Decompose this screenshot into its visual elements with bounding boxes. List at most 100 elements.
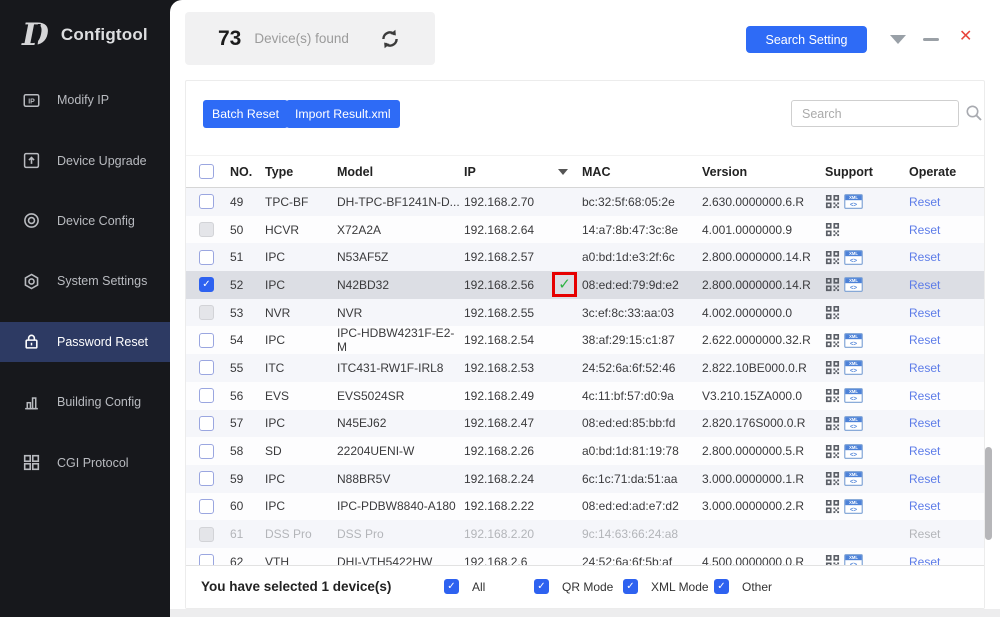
table-row[interactable]: 52 IPC N42BD32 192.168.2.56 ✓ 08:ed:ed:7… — [186, 271, 984, 299]
row-checkbox[interactable] — [199, 527, 214, 542]
row-checkbox[interactable] — [199, 194, 214, 209]
row-checkbox[interactable] — [199, 416, 214, 431]
table-row[interactable]: 50 HCVR X72A2A 192.168.2.64 14:a7:8b:47:… — [186, 216, 984, 244]
sidebar-item-device-upgrade[interactable]: Device Upgrade — [0, 130, 170, 190]
sidebar-item-password-reset[interactable]: Password Reset — [0, 312, 170, 372]
table-row[interactable]: 51 IPC N53AF5Z 192.168.2.57 a0:bd:1d:e3:… — [186, 243, 984, 271]
qr-support-icon — [825, 471, 840, 486]
reset-link[interactable]: Reset — [909, 278, 940, 292]
cell-type: VTH — [265, 555, 337, 565]
reset-link[interactable]: Reset — [909, 555, 940, 565]
qr-support-icon — [825, 499, 840, 514]
select-all-checkbox[interactable] — [199, 164, 214, 179]
table-row[interactable]: 54 IPC IPC-HDBW4231F-E2-M 192.168.2.54 3… — [186, 326, 984, 354]
row-checkbox[interactable] — [199, 471, 214, 486]
table-row[interactable]: 62 VTH DHI-VTH5422HW 192.168.2.6 24:52:6… — [186, 548, 984, 565]
filter-label: XML Mode — [651, 580, 709, 594]
reset-link[interactable]: Reset — [909, 223, 940, 237]
reset-link[interactable]: Reset — [909, 416, 940, 430]
reset-link[interactable]: Reset — [909, 361, 940, 375]
table-row[interactable]: 60 IPC IPC-PDBW8840-A180 192.168.2.22 08… — [186, 493, 984, 521]
cell-version: 2.820.176S000.0.R — [702, 416, 825, 430]
svg-text:XML: XML — [849, 445, 858, 450]
refresh-icon[interactable] — [379, 28, 401, 50]
table-row[interactable]: 58 SD 22204UENI-W 192.168.2.26 a0:bd:1d:… — [186, 437, 984, 465]
collapse-icon[interactable] — [890, 35, 906, 44]
table-row[interactable]: 49 TPC-BF DH-TPC-BF1241N-D... 192.168.2.… — [186, 188, 984, 216]
row-checkbox[interactable] — [199, 444, 214, 459]
reset-link[interactable]: Reset — [909, 527, 940, 541]
cell-model: N88BR5V — [337, 472, 464, 486]
verified-check-annotation: ✓ — [552, 272, 577, 297]
cell-version: 4.002.0000000.0 — [702, 306, 825, 320]
svg-text:<>: <> — [850, 369, 858, 375]
reset-link[interactable]: Reset — [909, 389, 940, 403]
cell-version: 2.800.0000000.14.R — [702, 278, 825, 292]
table-row[interactable]: 56 EVS EVS5024SR 192.168.2.49 4c:11:bf:5… — [186, 382, 984, 410]
reset-link[interactable]: Reset — [909, 195, 940, 209]
row-checkbox[interactable] — [199, 222, 214, 237]
table-row[interactable]: 53 NVR NVR 192.168.2.55 3c:ef:8c:33:aa:0… — [186, 299, 984, 327]
cell-model: 22204UENI-W — [337, 444, 464, 458]
support-icons: XML<> — [825, 388, 909, 403]
filter-checkbox[interactable] — [534, 579, 549, 594]
cell-mac: 08:ed:ed:ad:e7:d2 — [582, 499, 702, 513]
cell-type: EVS — [265, 389, 337, 403]
filter-checkbox[interactable] — [714, 579, 729, 594]
svg-text:<>: <> — [850, 424, 858, 430]
sidebar-item-building-config[interactable]: Building Config — [0, 372, 170, 432]
svg-text:<>: <> — [850, 480, 858, 486]
sidebar-item-cgi-protocol[interactable]: CGI Protocol — [0, 432, 170, 492]
sidebar-item-modify-ip[interactable]: IP Modify IP — [0, 70, 170, 130]
reset-link[interactable]: Reset — [909, 333, 940, 347]
search-input[interactable] — [791, 100, 959, 127]
table-scrollbar-thumb[interactable] — [985, 447, 992, 540]
row-checkbox[interactable] — [199, 277, 214, 292]
support-icons: XML<> — [825, 250, 909, 265]
cell-no: 53 — [230, 306, 265, 320]
row-checkbox[interactable] — [199, 333, 214, 348]
row-checkbox[interactable] — [199, 360, 214, 375]
row-checkbox[interactable] — [199, 388, 214, 403]
support-icons: XML<> — [825, 277, 909, 292]
reset-link[interactable]: Reset — [909, 444, 940, 458]
search-icon[interactable] — [965, 104, 983, 127]
cell-mac: bc:32:5f:68:05:2e — [582, 195, 702, 209]
batch-reset-button[interactable]: Batch Reset — [203, 100, 288, 128]
sidebar-item-system-settings[interactable]: System Settings — [0, 251, 170, 311]
cell-ip: 192.168.2.49 — [464, 389, 534, 403]
cell-no: 61 — [230, 527, 265, 541]
table-row[interactable]: 57 IPC N45EJ62 192.168.2.47 08:ed:ed:85:… — [186, 410, 984, 438]
row-checkbox[interactable] — [199, 250, 214, 265]
minimize-icon[interactable] — [923, 38, 939, 41]
selected-count-text: You have selected 1 device(s) — [201, 579, 391, 594]
reset-link[interactable]: Reset — [909, 250, 940, 264]
xml-support-icon: XML<> — [844, 416, 863, 431]
row-checkbox[interactable] — [199, 554, 214, 565]
table-row[interactable]: 59 IPC N88BR5V 192.168.2.24 6c:1c:71:da:… — [186, 465, 984, 493]
xml-support-icon: XML<> — [844, 250, 863, 265]
sidebar-item-device-config[interactable]: Device Config — [0, 191, 170, 251]
search-setting-button[interactable]: Search Setting — [746, 26, 867, 53]
sort-caret-icon[interactable] — [558, 169, 568, 175]
xml-support-icon: XML<> — [844, 499, 863, 514]
cell-mac: 24:52:6a:6f:5b:af — [582, 555, 702, 565]
cell-ip: 192.168.2.55 — [464, 306, 534, 320]
sidebar: D Configtool IP Modify IP Device Upgrade… — [0, 0, 170, 617]
reset-link[interactable]: Reset — [909, 472, 940, 486]
filter-checkbox[interactable] — [444, 579, 459, 594]
table-row[interactable]: 55 ITC ITC431-RW1F-IRL8 192.168.2.53 24:… — [186, 354, 984, 382]
svg-text:IP: IP — [28, 98, 35, 105]
row-checkbox[interactable] — [199, 305, 214, 320]
filter-checkbox[interactable] — [623, 579, 638, 594]
reset-link[interactable]: Reset — [909, 306, 940, 320]
reset-link[interactable]: Reset — [909, 499, 940, 513]
table-row[interactable]: 61 DSS Pro DSS Pro 192.168.2.20 9c:14:63… — [186, 520, 984, 548]
cell-ip: 192.168.2.20 — [464, 527, 534, 541]
svg-text:XML: XML — [849, 472, 858, 477]
app-title: Configtool — [61, 25, 148, 45]
row-checkbox[interactable] — [199, 499, 214, 514]
import-result-button[interactable]: Import Result.xml — [286, 100, 400, 128]
close-icon[interactable]: ✕ — [959, 29, 972, 45]
cell-model: IPC-PDBW8840-A180 — [337, 499, 464, 513]
